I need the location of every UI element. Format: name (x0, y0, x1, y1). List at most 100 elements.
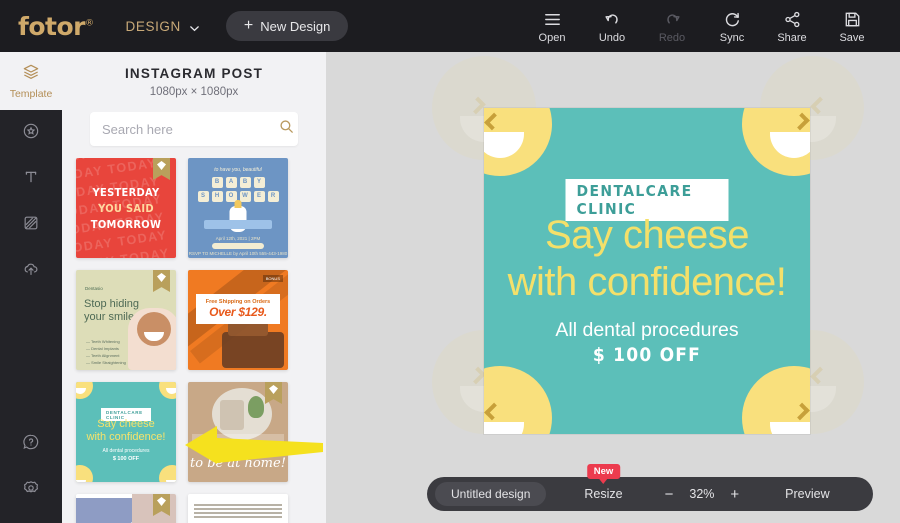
template-thumb-say-cheese-dentalcare[interactable]: DENTALCARE CLINIC Say cheese with confid… (76, 382, 176, 482)
zoom-controls: − 32% + (665, 487, 740, 502)
sidebar-item-template[interactable]: Template (0, 52, 62, 110)
sync-icon (722, 9, 743, 30)
bottom-bar: Untitled design New Resize − 32% + Previ… (427, 464, 873, 511)
design-subtitle[interactable]: All dental procedures (484, 319, 810, 342)
diamond-icon (157, 497, 166, 506)
save-button[interactable]: Save (822, 9, 882, 44)
share-button[interactable]: Share (762, 9, 822, 44)
tile: W (239, 191, 251, 202)
chevron-down-icon (189, 21, 200, 32)
smiley-icon (484, 366, 552, 434)
text-lines-shape (194, 504, 282, 518)
logo-text: fotor (18, 11, 86, 41)
zoom-in-button[interactable]: + (730, 487, 739, 502)
search-input[interactable] (102, 121, 278, 137)
thumb-top-line: to have you, beautiful (214, 167, 262, 173)
resize-button[interactable]: Resize (584, 487, 622, 501)
premium-badge (265, 382, 282, 404)
template-thumb-baby-shower[interactable]: to have you, beautiful B A B Y S H O W E… (188, 158, 288, 258)
resize-control: New Resize (584, 464, 623, 501)
thumb-brand: Dentasio (85, 286, 103, 291)
sidebar-item-text[interactable] (0, 156, 62, 202)
thumb-foot-1: April 12th, 2021 | 2PM (215, 236, 261, 241)
premium-badge (153, 270, 170, 292)
preview-button[interactable]: Preview (785, 487, 829, 501)
tile: A (225, 177, 237, 188)
panel-dimensions: 1080px × 1080px (149, 86, 239, 98)
diamond-icon (157, 161, 166, 170)
zoom-level-label: 32% (689, 487, 715, 501)
template-thumb-stop-hiding-your-smile[interactable]: Dentasio Stop hiding your smile — Teeth … (76, 270, 176, 370)
design-headline[interactable]: Say cheese with confidence! (484, 212, 810, 306)
sidebar-item-background[interactable] (0, 202, 62, 248)
person-photo (128, 308, 176, 370)
thumb-script-text: So pleasant to be at home! (190, 439, 286, 471)
share-label: Share (777, 31, 807, 44)
smiley-icon (159, 382, 176, 399)
help-button[interactable] (0, 421, 62, 467)
search-box[interactable] (90, 112, 298, 146)
redo-arrow-icon (662, 9, 683, 30)
background-icon (21, 213, 41, 238)
smiley-icon (484, 108, 552, 176)
template-thumb-free-shipping-over-129[interactable]: Free Shipping on Orders Over $129. BONUS (188, 270, 288, 370)
redo-button[interactable]: Redo (642, 9, 702, 44)
template-panel: INSTAGRAM POST 1080px × 1080px TODAY TOD… (62, 52, 326, 523)
room-photo (212, 388, 272, 440)
canvas-area[interactable]: DENTALCARE CLINIC Say cheese with confid… (326, 52, 900, 523)
save-label: Save (839, 31, 865, 44)
design-menu-label: DESIGN (125, 18, 181, 34)
help-question-icon (21, 432, 41, 457)
furniture-photo (222, 322, 284, 368)
thumb-sub-2: $ 100 OFF (112, 456, 140, 462)
thumb-tag: BONUS (262, 275, 283, 282)
sidebar-item-upload[interactable] (0, 248, 62, 294)
search-icon[interactable] (278, 118, 295, 140)
share-nodes-icon (782, 9, 803, 30)
thumb-bullets: — Teeth Whitening — Dental Implants — Te… (86, 339, 126, 365)
fotor-logo[interactable]: fotor® (18, 12, 94, 41)
diamond-icon (157, 273, 166, 282)
template-thumb-partial-row-left[interactable] (76, 494, 176, 523)
upload-cloud-icon (21, 259, 41, 284)
template-thumb-partial-row-right[interactable] (188, 494, 288, 523)
new-design-button[interactable]: + New Design (225, 11, 349, 41)
tile: Y (253, 177, 265, 188)
thumb-foot-2: RSVP TO MICHELLE by April 10th 555-443-1… (188, 251, 288, 256)
template-thumb-so-pleasant-to-be-at-home[interactable]: So pleasant to be at home! (188, 382, 288, 482)
diamond-icon (269, 385, 278, 394)
open-button[interactable]: Open (522, 9, 582, 44)
smiley-icon (159, 465, 176, 482)
thumb-cta (212, 243, 264, 249)
zoom-out-button[interactable]: − (665, 487, 674, 502)
template-grid: TODAY TODAY TODAY TODAY TODAY TODAY TODA… (62, 158, 326, 523)
design-menu[interactable]: DESIGN (126, 19, 200, 34)
hamburger-icon (542, 9, 563, 30)
tile: S (197, 191, 209, 202)
design-offer[interactable]: $ 100 OFF (484, 344, 810, 366)
document-name-field[interactable]: Untitled design (435, 482, 547, 506)
undo-button[interactable]: Undo (582, 9, 642, 44)
layers-icon (21, 62, 41, 87)
smiley-icon (742, 366, 810, 434)
top-toolbar: Open Undo Redo Sync Share Save (522, 0, 900, 52)
sync-button[interactable]: Sync (702, 9, 762, 44)
panel-title: INSTAGRAM POST (124, 66, 264, 81)
thumb-headline: Say cheese with confidence! (86, 418, 166, 443)
sync-label: Sync (719, 31, 745, 44)
design-headline-line-2: with confidence! (507, 260, 787, 304)
open-label: Open (538, 31, 566, 44)
thumb-card: Free Shipping on Orders Over $129. (196, 294, 280, 324)
template-thumb-yesterday-tomorrow[interactable]: TODAY TODAY TODAY TODAY TODAY TODAY TODA… (76, 158, 176, 258)
design-artboard[interactable]: DENTALCARE CLINIC Say cheese with confid… (484, 108, 810, 434)
thumb-line-2: Over $129. (209, 305, 267, 319)
thumb-line-3: TOMORROW (90, 217, 162, 231)
tile: B (211, 177, 223, 188)
settings-button[interactable] (0, 467, 62, 513)
sidebar-item-elements[interactable] (0, 110, 62, 156)
new-badge: New (586, 464, 621, 484)
sidebar-item-template-label: Template (9, 88, 53, 101)
left-rail: Template (0, 52, 62, 523)
tile: B (239, 177, 251, 188)
gear-icon (21, 478, 41, 503)
